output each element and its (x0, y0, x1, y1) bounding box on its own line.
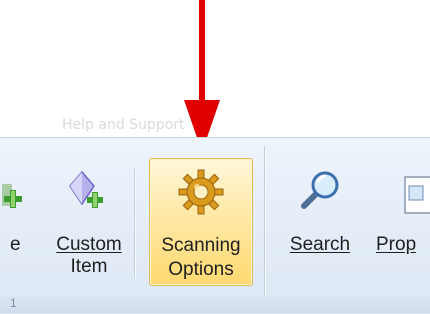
scanning-options-label-line2: Options (168, 259, 234, 280)
properties-label-text: Prop (376, 234, 417, 255)
ribbon-separator (264, 146, 265, 296)
custom-item-label-text: Custom (56, 234, 122, 255)
partial-left-button[interactable]: e (0, 158, 28, 286)
custom-item-button[interactable]: Custom Item (46, 158, 132, 286)
magnifier-icon (296, 168, 342, 214)
scanning-options-button[interactable]: Scanning Options (149, 158, 253, 286)
custom-item-label-line1: Custom (46, 234, 132, 256)
green-plus-icon (0, 178, 26, 216)
properties-label: Prop (376, 234, 430, 256)
ribbon-separator (134, 168, 135, 278)
bottom-fragment: 1 (10, 296, 17, 310)
document-icon (404, 176, 430, 216)
search-label-text: Search (289, 234, 351, 255)
partial-left-label: e (10, 234, 21, 255)
search-label: Search (280, 234, 360, 256)
gold-gear-icon (178, 169, 224, 215)
search-button[interactable]: Search (280, 158, 360, 286)
annotation-arrow-shaft (199, 0, 205, 104)
ribbon-bottom-bar (0, 296, 430, 313)
custom-item-label-line2: Item (70, 256, 108, 277)
properties-button[interactable]: Prop (372, 158, 430, 286)
purple-gem-plus-icon (68, 170, 112, 210)
ribbon-group-title: Help and Support (62, 117, 185, 133)
scanning-options-label-line1: Scanning (161, 235, 241, 256)
